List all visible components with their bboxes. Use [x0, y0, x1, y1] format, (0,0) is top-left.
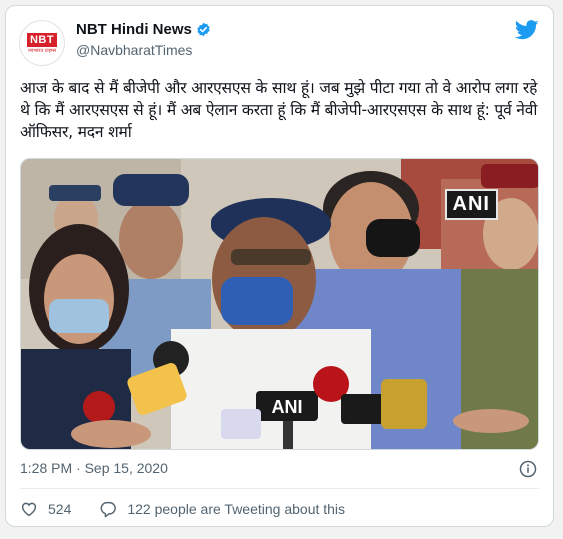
like-count[interactable]: 524	[48, 501, 71, 517]
verified-badge-icon	[197, 22, 210, 37]
account-name-row[interactable]: NBT Hindi News	[76, 21, 211, 38]
speech-bubble-icon[interactable]	[99, 500, 117, 518]
tweeting-about-link[interactable]: 122 people are Tweeting about this	[127, 501, 345, 517]
tweet-timestamp[interactable]: 1:28 PM · Sep 15, 2020	[20, 460, 168, 476]
nbt-logo-subtitle: नवभारत टाइम्स	[28, 47, 56, 54]
ani-watermark: ANI	[444, 189, 498, 220]
engagement-bar: 524 122 people are Tweeting about this	[20, 500, 345, 518]
tweet-media-photo[interactable]: ANI ANI	[20, 158, 539, 450]
divider	[20, 488, 539, 489]
account-name[interactable]: NBT Hindi News	[76, 21, 192, 38]
account-handle[interactable]: @NavbharatTimes	[76, 42, 192, 58]
tweet-text: आज के बाद से मैं बीजेपी और आरएसएस के साथ…	[20, 79, 538, 141]
tweet-card[interactable]: NBT नवभारत टाइम्स NBT Hindi News @Navbha…	[5, 5, 554, 527]
heart-icon[interactable]	[20, 500, 38, 518]
twitter-bird-icon[interactable]	[515, 20, 539, 40]
info-icon[interactable]	[519, 460, 537, 478]
mic-label-ani: ANI	[272, 397, 303, 417]
nbt-logo: NBT	[26, 32, 58, 47]
account-avatar[interactable]: NBT नवभारत टाइम्स	[19, 20, 65, 66]
